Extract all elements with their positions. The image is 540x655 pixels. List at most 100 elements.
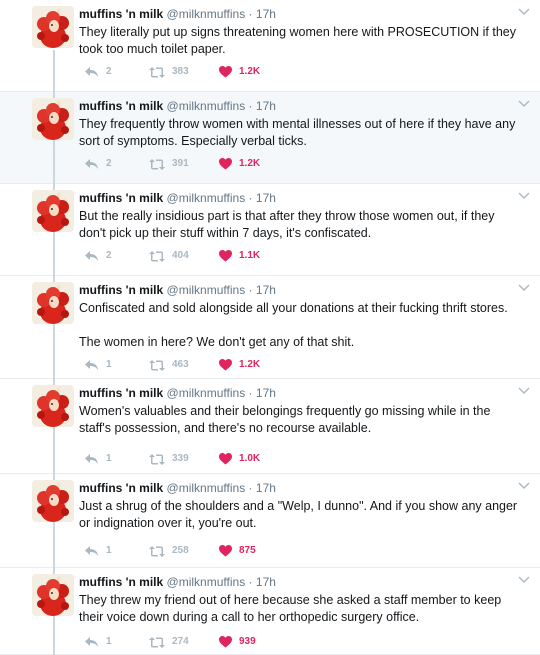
chevron-down-icon[interactable] [518,8,530,18]
reply-button[interactable]: 2 [85,65,112,79]
tweet-text: But the really insidious part is that af… [79,209,498,240]
retweet-button[interactable]: 404 [149,249,189,263]
timestamp[interactable]: 17h [256,386,276,400]
reply-button[interactable]: 2 [85,157,112,171]
avatar[interactable] [32,480,74,522]
display-name[interactable]: muffins 'n milk [79,7,163,21]
tweet-header: muffins 'n milk @milknmuffins · 17h [79,574,518,590]
retweet-button[interactable]: 383 [149,65,189,79]
timestamp[interactable]: 17h [256,481,276,495]
reply-count: 1 [106,545,112,556]
retweet-icon [149,453,172,465]
heart-icon [219,66,239,78]
avatar[interactable] [32,6,74,48]
reply-button[interactable]: 1 [85,452,112,466]
like-button[interactable]: 1.2K [219,358,260,372]
like-button[interactable]: 1.2K [219,65,260,79]
chevron-down-icon[interactable] [518,284,530,294]
chevron-down-icon[interactable] [518,482,530,492]
heart-icon [219,636,239,648]
tweet-content: muffins 'n milk @milknmuffins · 17h Just … [79,480,530,532]
separator: · [248,283,253,297]
chevron-down-icon[interactable] [518,192,530,202]
tweet[interactable]: muffins 'n milk @milknmuffins · 17h But t… [0,184,540,276]
avatar[interactable] [32,282,74,324]
retweet-icon [149,158,172,170]
retweet-button[interactable]: 274 [149,635,189,649]
reply-icon [85,453,106,465]
tweet-text: They threw my friend out of here because… [79,593,505,624]
tweet-content: muffins 'n milk @milknmuffins · 17h Women… [79,385,530,437]
timestamp[interactable]: 17h [256,99,276,113]
heart-icon [219,359,239,371]
tweet-text: They literally put up signs threatening … [79,25,520,56]
avatar[interactable] [32,574,74,616]
avatar[interactable] [32,98,74,140]
tweet[interactable]: muffins 'n milk @milknmuffins · 17h Confi… [0,276,540,379]
reply-button[interactable]: 1 [85,544,112,558]
user-handle[interactable]: @milknmuffins [167,7,246,21]
tweet-thread: muffins 'n milk @milknmuffins · 17h They … [0,0,540,655]
retweet-count: 404 [172,250,189,261]
retweet-button[interactable]: 463 [149,358,189,372]
timestamp[interactable]: 17h [256,283,276,297]
reply-count: 1 [106,636,112,647]
thread-line [53,50,55,92]
reply-count: 2 [106,158,112,169]
timestamp[interactable]: 17h [256,191,276,205]
tweet-header: muffins 'n milk @milknmuffins · 17h [79,282,518,298]
avatar[interactable] [32,385,74,427]
tweet[interactable]: muffins 'n milk @milknmuffins · 17h They … [0,0,540,92]
display-name[interactable]: muffins 'n milk [79,191,163,205]
retweet-count: 463 [172,359,189,370]
like-button[interactable]: 1.0K [219,452,260,466]
avatar[interactable] [32,190,74,232]
display-name[interactable]: muffins 'n milk [79,575,163,589]
user-handle[interactable]: @milknmuffins [167,99,246,113]
retweet-icon [149,636,172,648]
separator: · [248,99,253,113]
separator: · [248,7,253,21]
tweet[interactable]: muffins 'n milk @milknmuffins · 17h They … [0,92,540,184]
display-name[interactable]: muffins 'n milk [79,481,163,495]
reply-button[interactable]: 1 [85,635,112,649]
tweet-text: Women's valuables and their belongings f… [79,404,494,435]
retweet-icon [149,359,172,371]
heart-icon [219,453,239,465]
tweet-text: They frequently throw women with mental … [79,117,519,148]
retweet-button[interactable]: 339 [149,452,189,466]
user-handle[interactable]: @milknmuffins [167,191,246,205]
reply-icon [85,250,106,262]
tweet-content: muffins 'n milk @milknmuffins · 17h They … [79,98,530,150]
tweet[interactable]: muffins 'n milk @milknmuffins · 17h They … [0,568,540,655]
user-handle[interactable]: @milknmuffins [167,386,246,400]
user-handle[interactable]: @milknmuffins [167,575,246,589]
display-name[interactable]: muffins 'n milk [79,99,163,113]
tweet[interactable]: muffins 'n milk @milknmuffins · 17h Just … [0,474,540,568]
retweet-count: 339 [172,453,189,464]
chevron-down-icon[interactable] [518,100,530,110]
chevron-down-icon[interactable] [518,387,530,397]
retweet-button[interactable]: 258 [149,544,189,558]
chevron-down-icon[interactable] [518,576,530,586]
tweet[interactable]: muffins 'n milk @milknmuffins · 17h Women… [0,379,540,474]
like-button[interactable]: 1.1K [219,249,260,263]
reply-icon [85,359,106,371]
reply-button[interactable]: 2 [85,249,112,263]
like-button[interactable]: 875 [219,544,256,558]
separator: · [248,386,253,400]
retweet-count: 391 [172,158,189,169]
reply-count: 2 [106,66,112,77]
display-name[interactable]: muffins 'n milk [79,283,163,297]
display-name[interactable]: muffins 'n milk [79,386,163,400]
retweet-icon [149,66,172,78]
timestamp[interactable]: 17h [256,7,276,21]
reply-button[interactable]: 1 [85,358,112,372]
user-handle[interactable]: @milknmuffins [167,481,246,495]
retweet-button[interactable]: 391 [149,157,189,171]
timestamp[interactable]: 17h [256,575,276,589]
separator: · [248,481,253,495]
user-handle[interactable]: @milknmuffins [167,283,246,297]
like-button[interactable]: 1.2K [219,157,260,171]
like-button[interactable]: 939 [219,635,256,649]
